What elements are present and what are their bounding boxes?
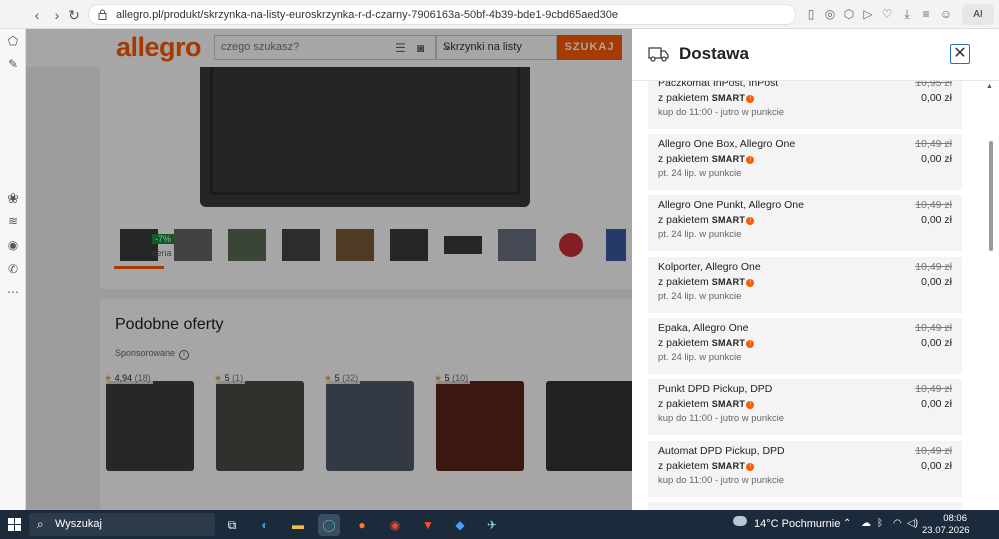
whatsapp-icon[interactable]: ✆ [5,261,21,277]
chevron-up-icon[interactable]: ⌃ [843,518,851,529]
close-button[interactable]: ✕ [950,44,970,64]
modal-scrollbar[interactable] [989,81,995,510]
smart-logo: SMART [711,215,746,225]
url-text: allegro.pl/produkt/skrzynka-na-listy-eur… [116,9,618,21]
delivery-option[interactable] [648,502,962,510]
smart-logo: SMART [711,154,746,164]
pentagon-icon[interactable]: ⬠ [5,33,21,49]
modal-backdrop[interactable] [26,29,632,510]
layers-icon[interactable]: ≋ [5,213,21,229]
camera-icon[interactable]: ◎ [823,7,837,21]
smart-icon: ! [746,340,755,348]
browser-toolbar: ‹ › ↻ allegro.pl/produkt/skrzynka-na-lis… [0,0,999,29]
shield-icon[interactable]: ⬡ [842,7,856,21]
wifi-icon[interactable]: ◠ [893,518,902,529]
reload-icon[interactable]: ↻ [64,5,84,25]
blue-app-icon[interactable]: ◆ [449,514,471,536]
smart-logo: SMART [711,277,746,287]
taskbar: ⌕ Wyszukaj ⧉ ◐ ▬ ◯ ● ◉ ▼ ◆ ✈ 14°C Pochmu… [0,510,999,539]
smart-icon: ! [746,279,755,287]
ai-button[interactable]: AI [962,4,994,25]
edge-icon[interactable]: ◐ [254,514,276,536]
smart-icon: ! [746,95,755,103]
smart-logo: SMART [711,399,746,409]
messenger-icon[interactable]: ◉ [5,237,21,253]
back-icon[interactable]: ‹ [27,5,47,25]
smart-logo: SMART [711,461,746,471]
chrome-icon[interactable]: ◉ [384,514,406,536]
folder-icon[interactable]: ▬ [287,514,309,536]
note-icon[interactable]: ✎ [5,56,21,72]
clock[interactable]: 08:06 23.07.2026 [922,513,970,537]
download-icon[interactable]: ⤓ [900,7,914,21]
task-view-icon[interactable]: ⧉ [221,514,243,536]
smart-icon: ! [746,156,755,164]
send-icon[interactable]: ▷ [861,7,875,21]
lock-icon [98,9,107,20]
onedrive-icon[interactable]: ☁ [861,518,871,529]
sidebar-rail: ⬠ ✎ ❀ ≋ ◉ ✆ ⋯ [0,29,26,510]
address-bar[interactable]: allegro.pl/produkt/skrzynka-na-listy-eur… [88,4,796,25]
gallery-icon[interactable]: ❀ [5,190,21,206]
menu-icon[interactable]: ≡ [919,7,933,21]
heart-icon[interactable]: ♡ [880,7,894,21]
app-icon[interactable]: ◯ [318,514,340,536]
volume-icon[interactable]: ◁) [907,518,918,529]
brave-icon[interactable]: ▼ [417,514,439,536]
weather-text[interactable]: 14°C Pochmurnie [754,518,840,530]
bluetooth-icon[interactable]: ᛒ [877,518,883,529]
delivery-option[interactable]: Kolporter, Allegro One z pakietem SMART!… [648,257,962,313]
delivery-option[interactable]: Paczkomat InPost, InPost z pakietem SMAR… [648,81,962,129]
delivery-option[interactable]: Punkt DPD Pickup, DPD z pakietem SMART! … [648,379,962,435]
more-icon[interactable]: ⋯ [5,284,21,300]
smart-icon: ! [746,463,755,471]
delivery-option[interactable]: Automat DPD Pickup, DPD z pakietem SMART… [648,441,962,497]
modal-header: Dostawa ✕ [632,29,999,81]
search-icon: ⌕ [37,517,44,531]
bird-app-icon[interactable]: ✈ [481,514,503,536]
modal-title: Dostawa [679,44,749,63]
smart-logo: SMART [711,338,746,348]
smart-icon: ! [746,401,755,409]
cloud-icon [733,516,747,526]
windows-start-icon[interactable] [8,518,21,531]
firefox-icon[interactable]: ● [351,514,373,536]
delivery-option[interactable]: Epaka, Allegro One z pakietem SMART! pt.… [648,318,962,374]
taskbar-search[interactable]: ⌕ Wyszukaj [29,513,215,536]
smart-logo: SMART [711,93,746,103]
reader-icon[interactable]: ▯ [804,7,818,21]
delivery-option[interactable]: Allegro One Punkt, Allegro One z pakiete… [648,195,962,251]
profile-icon[interactable]: ☺ [939,7,953,21]
delivery-modal: Dostawa ✕ Paczkomat InPost, InPost z pak… [632,29,999,510]
delivery-list: Paczkomat InPost, InPost z pakietem SMAR… [648,81,962,510]
truck-icon [648,47,669,62]
smart-icon: ! [746,217,755,225]
delivery-option[interactable]: Allegro One Box, Allegro One z pakietem … [648,134,962,190]
